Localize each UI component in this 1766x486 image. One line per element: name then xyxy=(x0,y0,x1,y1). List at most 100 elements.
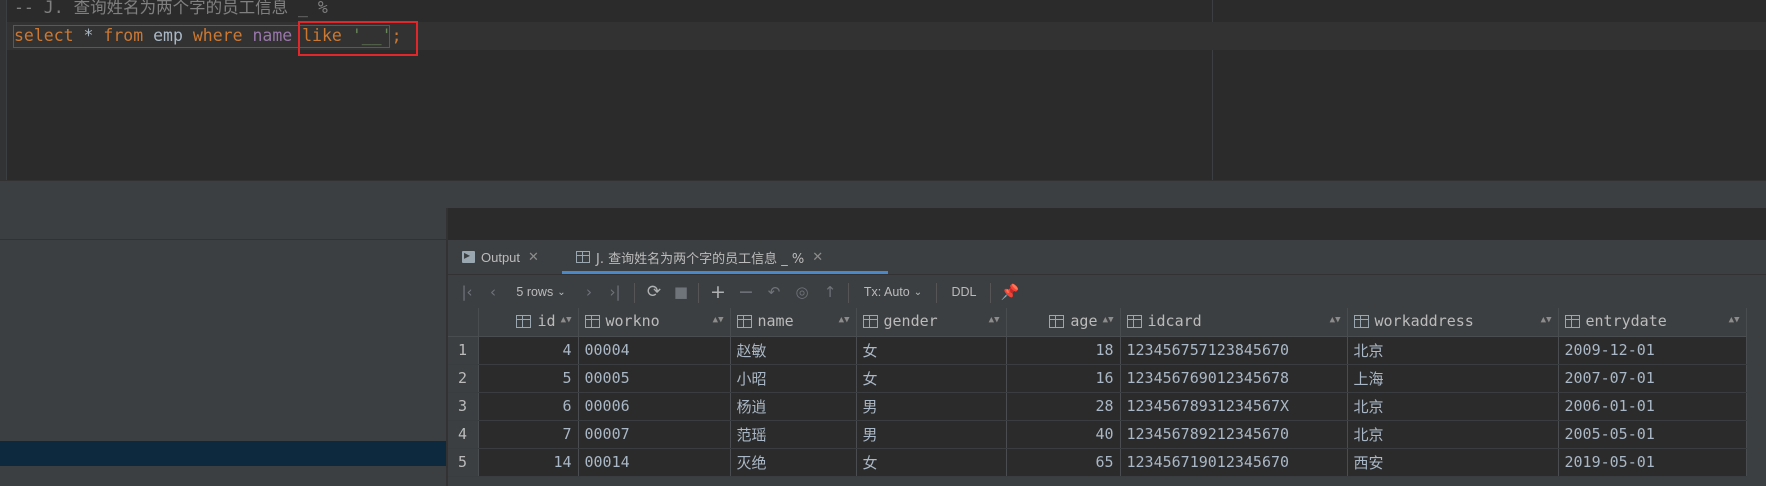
cell-id[interactable]: 4 xyxy=(478,336,579,365)
toolbar-separator xyxy=(698,283,699,303)
cell-gender[interactable]: 男 xyxy=(856,420,1007,449)
sort-icon[interactable]: ▲▼ xyxy=(1330,315,1341,325)
cell-gender[interactable]: 女 xyxy=(856,364,1007,393)
column-header-entrydate[interactable]: entrydate ▲▼ xyxy=(1558,308,1747,337)
cell-id[interactable]: 14 xyxy=(478,448,579,477)
tab-query-result[interactable]: J. 查询姓名为两个字的员工信息 _ % ✕ xyxy=(576,240,833,274)
cell-gender[interactable]: 女 xyxy=(856,336,1007,365)
row-number[interactable]: 5 xyxy=(448,448,479,477)
row-number[interactable]: 2 xyxy=(448,364,479,393)
sort-icon[interactable]: ▲▼ xyxy=(839,315,850,325)
cell-age[interactable]: 28 xyxy=(1006,392,1121,421)
sort-icon[interactable]: ▲▼ xyxy=(561,315,572,325)
cell-workaddress[interactable]: 西安 xyxy=(1347,448,1559,477)
services-panel xyxy=(0,208,448,486)
table-row[interactable]: 4 7 00007 范瑶男 40 123456789212345670 北京 2005-05-… xyxy=(448,420,1747,449)
cell-workno[interactable]: 00006 xyxy=(578,392,731,421)
sort-icon[interactable]: ▲▼ xyxy=(1541,315,1552,325)
cell-id[interactable]: 6 xyxy=(478,392,579,421)
sort-icon[interactable]: ▲▼ xyxy=(1729,315,1740,325)
delete-row-icon[interactable]: − xyxy=(734,275,758,309)
keyword-select: select xyxy=(14,26,74,45)
next-page-icon[interactable]: › xyxy=(578,275,600,309)
cell-entrydate[interactable]: 2009-12-01 xyxy=(1558,336,1747,365)
cell-entrydate[interactable]: 2005-05-01 xyxy=(1558,420,1747,449)
cell-name[interactable]: 范瑶 xyxy=(730,420,857,449)
rows-count-dropdown[interactable]: 5 rows ⌄ xyxy=(508,275,574,309)
services-selected-row[interactable] xyxy=(0,441,446,466)
cell-age[interactable]: 16 xyxy=(1006,364,1121,393)
sort-icon[interactable]: ▲▼ xyxy=(713,315,724,325)
cell-entrydate[interactable]: 2007-07-01 xyxy=(1558,364,1747,393)
console-icon xyxy=(462,248,475,263)
sql-editor[interactable]: -- J. 查询姓名为两个字的员工信息 _ % select * from em… xyxy=(0,0,1766,180)
stop-icon[interactable]: ■ xyxy=(670,275,692,309)
cell-idcard[interactable]: 123456757123845670 xyxy=(1120,336,1348,365)
column-header-workno[interactable]: workno ▲▼ xyxy=(578,308,731,337)
column-header-workaddress[interactable]: workaddress ▲▼ xyxy=(1347,308,1559,337)
column-header-id[interactable]: id ▲▼ xyxy=(478,308,579,337)
cell-id[interactable]: 5 xyxy=(478,364,579,393)
refresh-icon[interactable]: ⟳ xyxy=(642,275,666,309)
cell-workno[interactable]: 00014 xyxy=(578,448,731,477)
column-header-age[interactable]: age ▲▼ xyxy=(1006,308,1121,337)
cell-name[interactable]: 灭绝 xyxy=(730,448,857,477)
cell-entrydate[interactable]: 2006-01-01 xyxy=(1558,392,1747,421)
cell-idcard[interactable]: 123456719012345670 xyxy=(1120,448,1348,477)
column-header-name[interactable]: name ▲▼ xyxy=(730,308,857,337)
column-header-gender[interactable]: gender ▲▼ xyxy=(856,308,1007,337)
transaction-mode-dropdown[interactable]: Tx: Auto ⌄ xyxy=(856,275,930,309)
cell-workno[interactable]: 00004 xyxy=(578,336,731,365)
cell-idcard[interactable]: 12345678931234567X xyxy=(1120,392,1348,421)
preview-changes-icon[interactable]: ◎ xyxy=(790,275,814,309)
cell-gender[interactable]: 男 xyxy=(856,392,1007,421)
revert-icon[interactable]: ↶ xyxy=(762,275,786,309)
cell-workaddress[interactable]: 北京 xyxy=(1347,420,1559,449)
tab-result-label: J. 查询姓名为两个字的员工信息 _ % xyxy=(596,251,805,267)
column-header-idcard[interactable]: idcard ▲▼ xyxy=(1120,308,1348,337)
cell-entrydate[interactable]: 2019-05-01 xyxy=(1558,448,1747,477)
row-number[interactable]: 1 xyxy=(448,336,479,365)
row-number[interactable]: 4 xyxy=(448,420,479,449)
keyword-where: where xyxy=(192,26,243,45)
last-page-icon[interactable]: ›| xyxy=(604,275,626,309)
cell-name[interactable]: 小昭 xyxy=(730,364,857,393)
tab-output[interactable]: Output ✕ xyxy=(462,240,539,274)
result-grid[interactable]: id ▲▼ workno ▲▼ name ▲▼ gender ▲▼ age ▲▼ idca… xyxy=(448,308,1766,486)
column-icon xyxy=(1126,314,1142,328)
pin-icon[interactable]: 📌 xyxy=(998,275,1022,309)
table-row[interactable]: 2 5 00005 小昭女 16 123456769012345678 上海 2007-07-… xyxy=(448,364,1747,393)
cell-id[interactable]: 7 xyxy=(478,420,579,449)
cell-workaddress[interactable]: 北京 xyxy=(1347,336,1559,365)
cell-age[interactable]: 18 xyxy=(1006,336,1121,365)
panel-splitter[interactable] xyxy=(0,180,1766,208)
previous-page-icon[interactable]: ‹ xyxy=(482,275,504,309)
ddl-button[interactable]: DDL xyxy=(944,275,984,309)
grid-header-row: id ▲▼ workno ▲▼ name ▲▼ gender ▲▼ age ▲▼ idca… xyxy=(448,308,1747,337)
submit-icon[interactable]: ↑ xyxy=(818,275,842,309)
close-icon[interactable]: ✕ xyxy=(812,249,823,265)
cell-workaddress[interactable]: 北京 xyxy=(1347,392,1559,421)
table-row[interactable]: 3 6 00006 杨逍男 28 12345678931234567X 北京 2006-01-… xyxy=(448,392,1747,421)
cell-idcard[interactable]: 123456789212345670 xyxy=(1120,420,1348,449)
column-icon xyxy=(1353,314,1369,328)
cell-age[interactable]: 65 xyxy=(1006,448,1121,477)
column-icon xyxy=(516,314,532,328)
table-row[interactable]: 5 14 00014 灭绝女 65 123456719012345670 西安 2019-05… xyxy=(448,448,1747,477)
row-number[interactable]: 3 xyxy=(448,392,479,421)
cell-idcard[interactable]: 123456769012345678 xyxy=(1120,364,1348,393)
sort-icon[interactable]: ▲▼ xyxy=(989,315,1000,325)
cell-name[interactable]: 杨逍 xyxy=(730,392,857,421)
cell-name[interactable]: 赵敏 xyxy=(730,336,857,365)
cell-workaddress[interactable]: 上海 xyxy=(1347,364,1559,393)
cell-workno[interactable]: 00007 xyxy=(578,420,731,449)
cell-workno[interactable]: 00005 xyxy=(578,364,731,393)
add-row-icon[interactable]: + xyxy=(706,275,730,309)
first-page-icon[interactable]: |‹ xyxy=(456,275,478,309)
cell-gender[interactable]: 女 xyxy=(856,448,1007,477)
chevron-down-icon: ⌄ xyxy=(913,286,923,298)
close-icon[interactable]: ✕ xyxy=(528,249,539,265)
cell-age[interactable]: 40 xyxy=(1006,420,1121,449)
table-row[interactable]: 1 4 00004 赵敏女 18 123456757123845670 北京 2009-12-… xyxy=(448,336,1747,365)
sort-icon[interactable]: ▲▼ xyxy=(1103,315,1114,325)
